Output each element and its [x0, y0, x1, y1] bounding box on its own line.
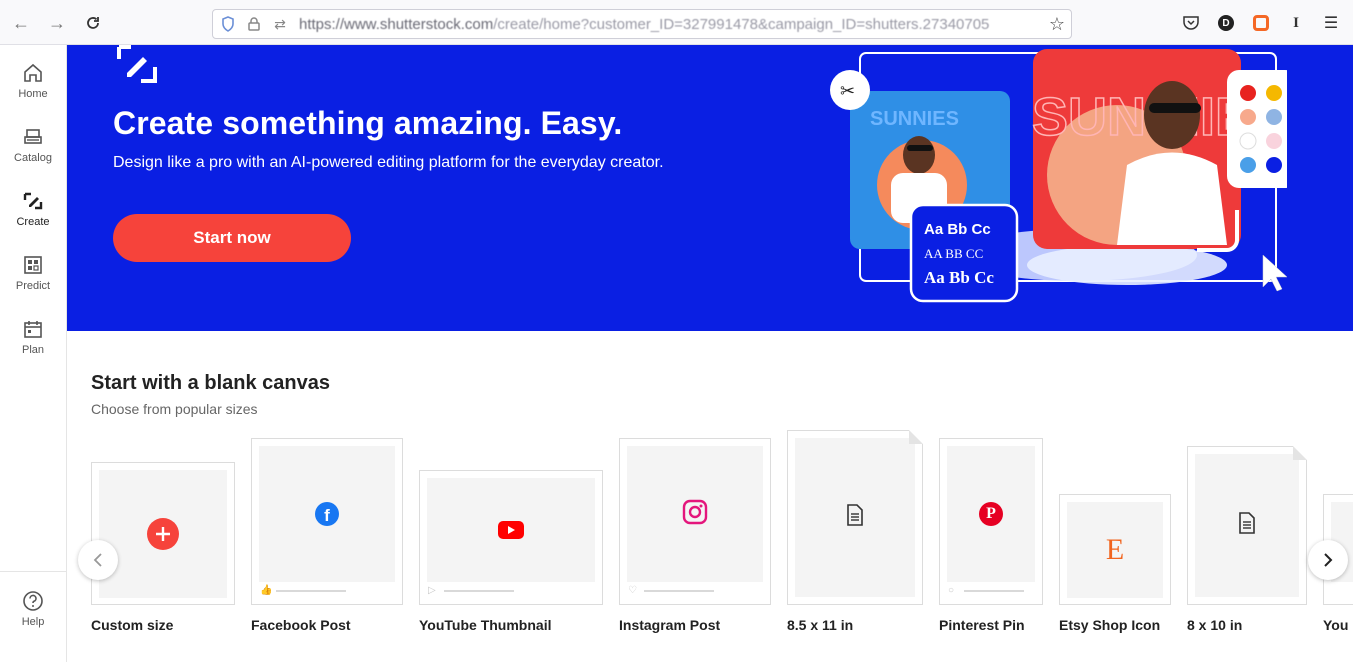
card-label: Instagram Post — [619, 617, 721, 633]
sidebar-item-catalog[interactable]: Catalog — [0, 117, 66, 173]
svg-text:✂: ✂ — [840, 81, 855, 102]
canvas-card-instagram-post[interactable]: ♡ — [619, 438, 771, 605]
sidebar-item-label: Help — [21, 616, 45, 628]
sidebar-item-create[interactable]: Create — [0, 181, 66, 237]
section-title: Start with a blank canvas — [91, 372, 330, 394]
chevron-right-icon — [1324, 553, 1333, 567]
like-icon: 👍 — [260, 585, 273, 596]
catalog-icon — [22, 126, 44, 148]
comment-icon: ○ — [948, 585, 955, 596]
permissions-icon[interactable]: ⇄ — [269, 13, 291, 35]
svg-text:SUNNIES: SUNNIES — [870, 108, 959, 130]
hero-collage-image: SUNNIES SUN NIES ON SALE NOW ✂ Aa Bb Cc … — [827, 45, 1297, 331]
bookmark-star-icon[interactable]: ☆ — [1049, 14, 1065, 35]
hero-subtitle: Design like a pro with an AI-powered edi… — [113, 154, 664, 171]
svg-text:ON SALE NOW: ON SALE NOW — [1175, 230, 1226, 237]
card-label: Etsy Shop Icon — [1059, 617, 1161, 633]
plus-icon — [147, 518, 179, 550]
page-fold — [909, 430, 923, 444]
youtube-icon — [498, 521, 524, 539]
sidebar-divider — [0, 571, 66, 572]
home-icon — [22, 62, 44, 84]
create-icon — [115, 45, 159, 90]
account-avatar[interactable]: D — [1215, 12, 1237, 34]
sidebar-item-home[interactable]: Home — [0, 53, 66, 109]
section-subtitle: Choose from popular sizes — [91, 401, 258, 417]
chevron-left-icon — [93, 553, 102, 567]
card-label: You — [1323, 617, 1349, 633]
document-icon — [846, 504, 864, 531]
etsy-icon: E — [1105, 533, 1125, 566]
sidebar-item-predict[interactable]: Predict — [0, 245, 66, 301]
card-label: Pinterest Pin — [939, 617, 1025, 633]
heart-icon: ♡ — [628, 585, 637, 596]
sidebar-item-label: Catalog — [14, 152, 52, 164]
canvas-card-letter-size[interactable] — [787, 430, 923, 605]
carousel-prev-button[interactable] — [78, 540, 118, 580]
instagram-icon — [682, 499, 708, 530]
lock-icon[interactable] — [243, 13, 265, 35]
canvas-card-pinterest-pin[interactable]: P ○ — [939, 438, 1043, 605]
sidebar-item-label: Home — [18, 88, 48, 100]
play-icon: ▷ — [428, 585, 436, 596]
sidebar-item-label: Create — [16, 216, 50, 228]
sidebar-item-help[interactable]: Help — [0, 581, 66, 637]
card-footer: ○ — [948, 586, 1024, 596]
sidebar-item-label: Plan — [21, 344, 45, 356]
facebook-icon: f — [315, 502, 339, 526]
pinterest-icon: P — [979, 502, 1003, 526]
card-label: Facebook Post — [251, 617, 351, 633]
svg-text:AA BB CC: AA BB CC — [924, 246, 983, 261]
predict-icon — [22, 254, 44, 276]
extension-i-icon[interactable]: I — [1285, 12, 1307, 34]
plan-icon — [22, 318, 44, 340]
card-label: 8 x 10 in — [1187, 617, 1243, 633]
card-footer: ▷ — [428, 586, 514, 596]
start-now-button[interactable]: Start now — [113, 214, 351, 262]
canvas-card-custom-size[interactable] — [91, 462, 235, 605]
sidebar-item-label: Predict — [15, 280, 51, 292]
pocket-icon[interactable] — [1180, 12, 1202, 34]
svg-text:Aa Bb Cc: Aa Bb Cc — [924, 268, 994, 287]
carousel-next-button[interactable] — [1308, 540, 1348, 580]
shield-icon[interactable] — [217, 13, 239, 35]
browser-toolbar: ← → ⇄ https://www.shutterstock.com/creat… — [0, 0, 1353, 45]
back-arrow-icon[interactable]: ← — [10, 12, 32, 34]
canvas-card-8x10[interactable] — [1187, 446, 1307, 605]
page-fold — [1293, 446, 1307, 460]
create-icon — [22, 190, 44, 212]
svg-text:Aa Bb Cc: Aa Bb Cc — [924, 221, 991, 238]
forward-arrow-icon[interactable]: → — [46, 12, 68, 34]
canvas-card-etsy-shop-icon[interactable]: E — [1059, 494, 1171, 605]
hero-banner: Create something amazing. Easy. Design l… — [67, 45, 1353, 331]
card-footer: 👍 — [260, 586, 346, 596]
reload-icon[interactable] — [82, 12, 104, 34]
address-bar[interactable]: ⇄ https://www.shutterstock.com/create/ho… — [212, 9, 1072, 39]
help-icon — [22, 590, 44, 612]
hero-title: Create something amazing. Easy. — [113, 105, 623, 141]
document-icon — [1238, 512, 1256, 539]
canvas-card-youtube-thumbnail[interactable]: ▷ — [419, 470, 603, 605]
card-footer: ♡ — [628, 586, 714, 596]
canvas-card-facebook-post[interactable]: f 👍 — [251, 438, 403, 605]
card-label: 8.5 x 11 in — [787, 617, 854, 633]
card-label: Custom size — [91, 617, 174, 633]
url-text: https://www.shutterstock.com/create/home… — [299, 15, 990, 33]
sidebar: Home Catalog Create Predict Plan Help — [0, 45, 67, 662]
sidebar-item-plan[interactable]: Plan — [0, 309, 66, 365]
menu-icon[interactable]: ☰ — [1320, 12, 1342, 34]
extension-icon[interactable] — [1250, 12, 1272, 34]
card-label: YouTube Thumbnail — [419, 617, 552, 633]
